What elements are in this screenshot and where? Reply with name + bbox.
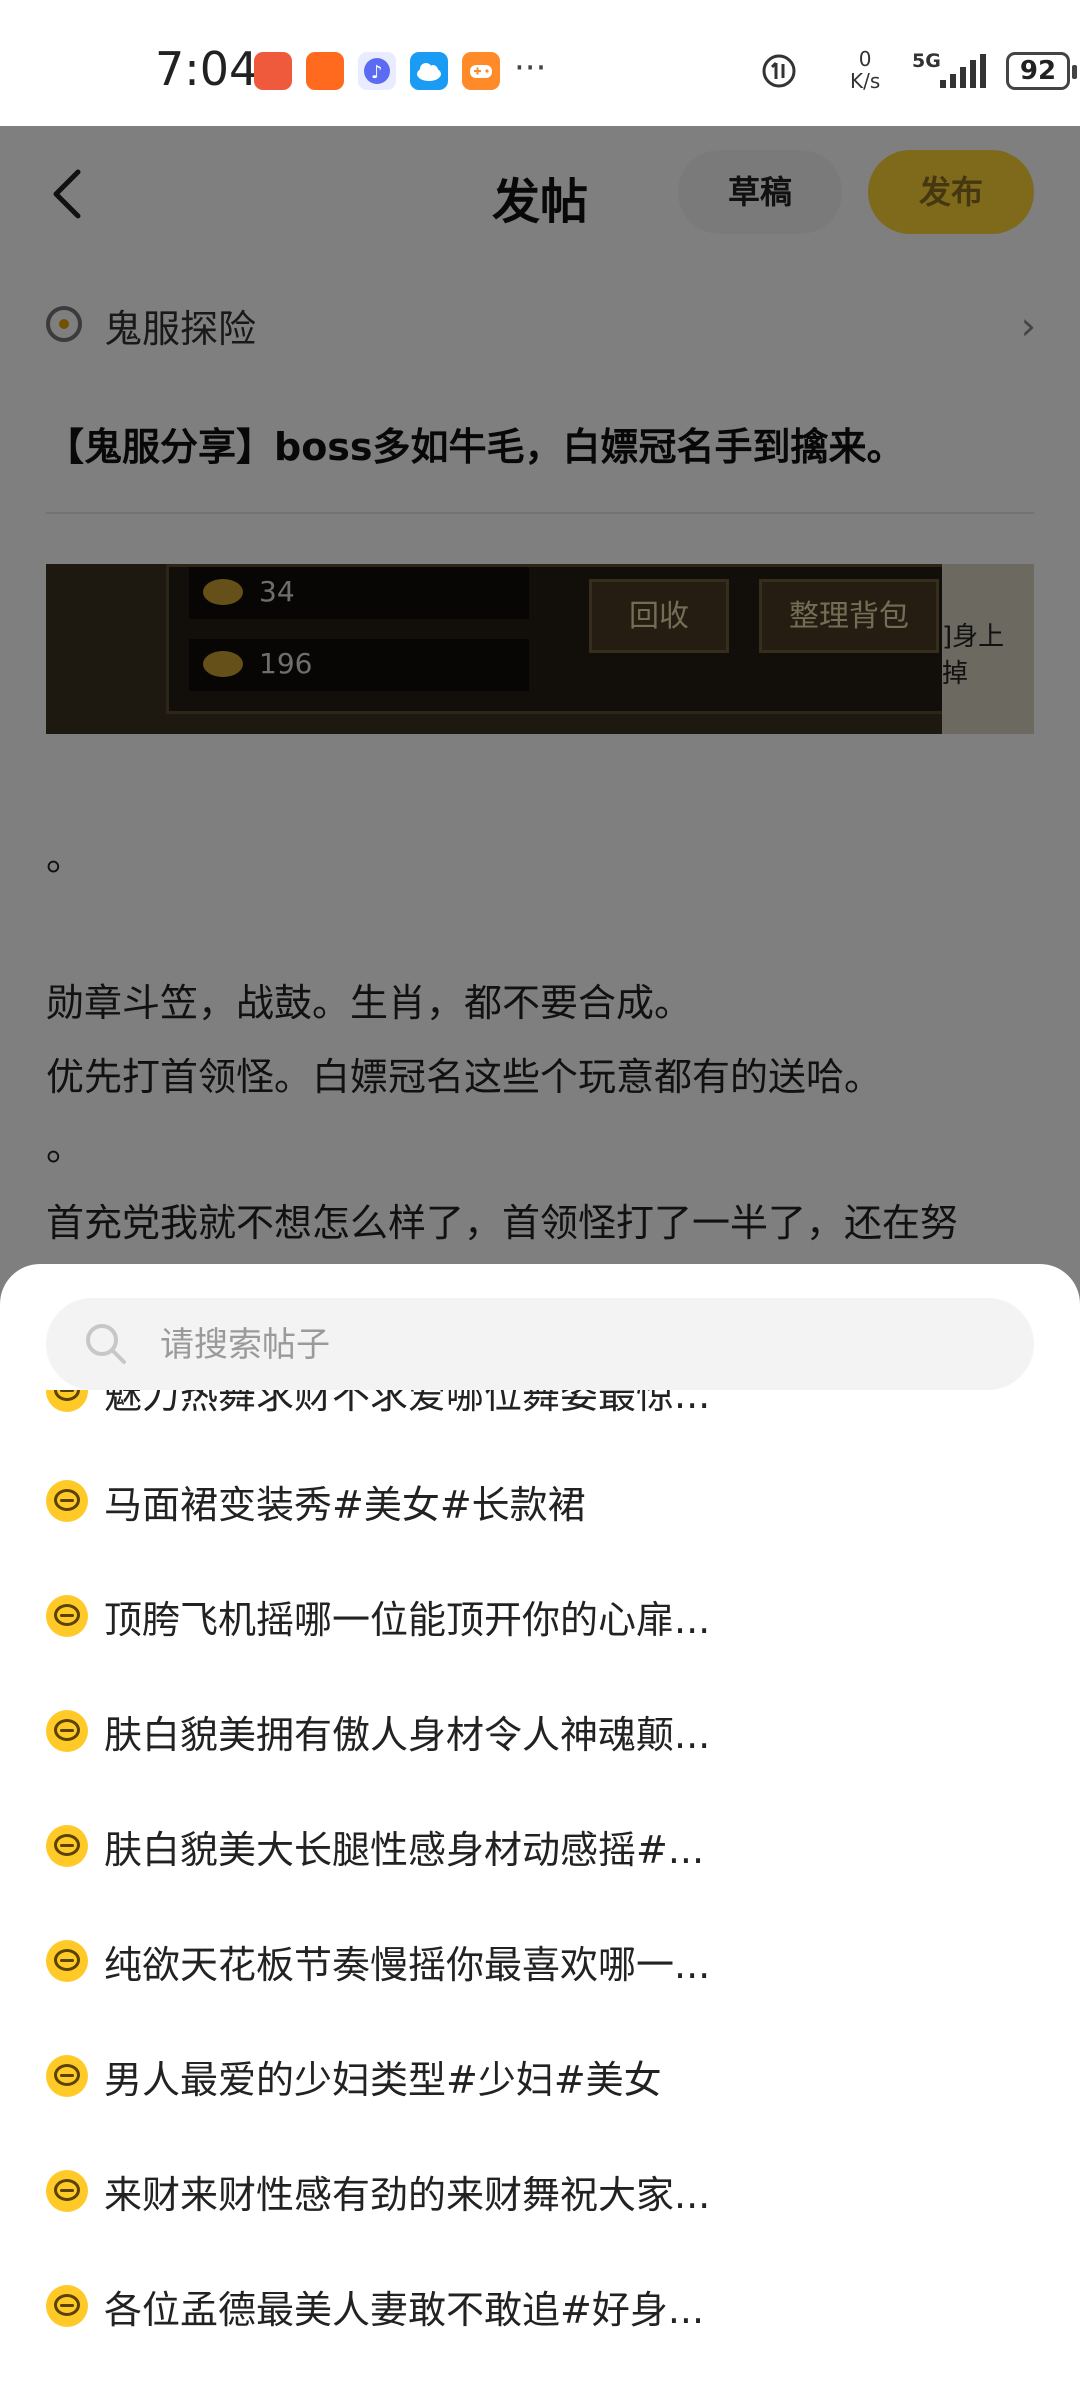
status-right: 0 K/s 5G 92 [760,0,1080,126]
post-icon [46,2055,88,2097]
music-icon: ♪ [358,52,396,90]
post-search-sheet: 魅力热舞求财不求爱哪位舞姿最惊... 马面裙变装秀#美女#长款裙 顶胯飞机摇哪一… [0,1264,1080,2400]
game-center-icon [462,52,500,90]
svg-text:♪: ♪ [371,62,383,83]
more-notifications-icon: ··· [514,48,547,88]
battery-indicator: 92 [1006,52,1077,90]
list-item[interactable]: 肤白貌美拥有傲人身材令人神魂颠... [46,1690,1036,1766]
kuaishou-icon [306,52,344,90]
list-item[interactable]: 来财来财性感有劲的来财舞祝大家... [46,2150,1036,2226]
list-item[interactable]: 马面裙变装秀#美女#长款裙 [46,1460,1036,1536]
list-item[interactable]: 肤白貌美大长腿性感身材动感摇#... [46,1805,1036,1881]
network-type: 5G [912,50,941,72]
post-icon [46,1480,88,1522]
cloud-icon [410,52,448,90]
post-icon [46,1940,88,1982]
list-item[interactable]: 纯欲天花板节奏慢摇你最喜欢哪一... [46,1920,1036,1996]
signal-icon [940,54,986,88]
post-icon [46,1710,88,1752]
status-bar: 7:04 ♪ ··· 0 K/s 5G 92 [0,0,1080,126]
post-icon [46,1595,88,1637]
post-icon [46,1825,88,1867]
list-item[interactable]: 顶胯飞机摇哪一位能顶开你的心扉... [46,1575,1036,1651]
list-item[interactable]: 男人最爱的少妇类型#少妇#美女 [46,2035,1036,2111]
search-icon [86,1324,126,1364]
post-icon [46,1390,88,1412]
list-item[interactable]: 魅力热舞求财不求爱哪位舞姿最惊... [46,1390,1036,1426]
data-saver-icon [762,54,796,88]
status-time: 7:04 [155,42,259,96]
post-icon [46,2170,88,2212]
net-speed: 0 K/s [850,47,881,93]
search-input[interactable] [158,1298,1002,1392]
list-item[interactable]: 各位孟德最美人妻敢不敢追#好身... [46,2265,1036,2341]
post-icon [46,2285,88,2327]
phone-missed-icon [254,52,292,90]
search-box[interactable] [46,1298,1034,1392]
result-list[interactable]: 魅力热舞求财不求爱哪位舞姿最惊... 马面裙变装秀#美女#长款裙 顶胯飞机摇哪一… [0,1390,1080,2400]
